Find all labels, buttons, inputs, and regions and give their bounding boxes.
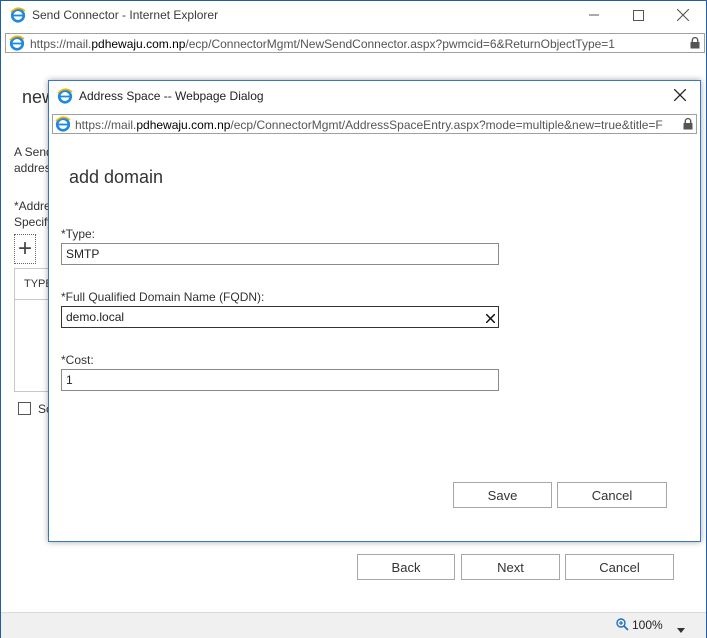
cancel-button[interactable]: Cancel bbox=[565, 554, 674, 580]
window-titlebar: Send Connector - Internet Explorer bbox=[1, 1, 706, 29]
fqdn-input[interactable]: demo.local bbox=[61, 306, 499, 328]
chevron-down-icon[interactable] bbox=[677, 622, 685, 636]
address-space-table: TYPE bbox=[14, 268, 53, 392]
dialog-heading: add domain bbox=[69, 167, 164, 187]
dialog-titlebar: Address Space -- Webpage Dialog bbox=[49, 81, 700, 109]
address-space-label: *Addre bbox=[14, 199, 51, 213]
maximize-icon bbox=[632, 9, 644, 21]
table-header-type: TYPE bbox=[15, 269, 53, 300]
ie-logo-icon bbox=[10, 7, 26, 26]
cost-input[interactable]: 1 bbox=[61, 369, 499, 391]
ie-logo-icon bbox=[55, 116, 71, 135]
fqdn-label: *Full Qualified Domain Name (FQDN): bbox=[61, 290, 265, 304]
fqdn-value: demo.local bbox=[66, 310, 125, 324]
minimize-button[interactable] bbox=[571, 1, 617, 29]
dialog-address-bar[interactable]: https://mail.pdhewaju.com.np/ecp/Connect… bbox=[52, 114, 697, 134]
type-field[interactable]: SMTP bbox=[61, 243, 499, 265]
address-bar[interactable]: https://mail.pdhewaju.com.np/ecp/Connect… bbox=[5, 33, 705, 53]
scoped-checkbox[interactable] bbox=[18, 402, 31, 415]
dialog-cancel-button[interactable]: Cancel bbox=[557, 482, 667, 508]
cost-label: *Cost: bbox=[61, 353, 94, 367]
add-icon: + bbox=[17, 235, 32, 262]
page-description-line2: addres bbox=[14, 161, 51, 175]
clear-button[interactable] bbox=[485, 312, 496, 326]
add-address-space-button[interactable]: + bbox=[14, 234, 36, 264]
close-icon bbox=[677, 9, 689, 21]
dialog-url-text: https://mail.pdhewaju.com.np/ecp/Connect… bbox=[75, 118, 663, 132]
ie-logo-icon bbox=[57, 88, 73, 107]
back-button[interactable]: Back bbox=[357, 554, 455, 580]
close-button[interactable] bbox=[660, 1, 706, 29]
clear-icon bbox=[485, 313, 496, 324]
next-button[interactable]: Next bbox=[461, 554, 560, 580]
save-button[interactable]: Save bbox=[453, 482, 552, 508]
status-bar: 100% bbox=[1, 612, 706, 638]
page-description-line1: A Send bbox=[14, 145, 53, 159]
ie-logo-icon bbox=[9, 35, 25, 54]
minimize-icon bbox=[589, 14, 599, 16]
lock-icon bbox=[690, 36, 700, 52]
dialog-title: Address Space -- Webpage Dialog bbox=[79, 89, 264, 103]
zoom-level[interactable]: 100% bbox=[632, 618, 663, 632]
lock-icon bbox=[683, 117, 693, 133]
url-text: https://mail.pdhewaju.com.np/ecp/Connect… bbox=[30, 37, 615, 51]
address-space-dialog: Address Space -- Webpage Dialog https://… bbox=[48, 80, 701, 542]
zoom-icon bbox=[616, 618, 629, 634]
dialog-close-button[interactable] bbox=[673, 88, 687, 104]
maximize-button[interactable] bbox=[615, 1, 661, 29]
type-label: *Type: bbox=[61, 227, 96, 241]
window-title: Send Connector - Internet Explorer bbox=[32, 8, 219, 22]
close-icon bbox=[673, 88, 687, 102]
cost-value: 1 bbox=[66, 373, 73, 387]
type-value: SMTP bbox=[66, 247, 100, 261]
